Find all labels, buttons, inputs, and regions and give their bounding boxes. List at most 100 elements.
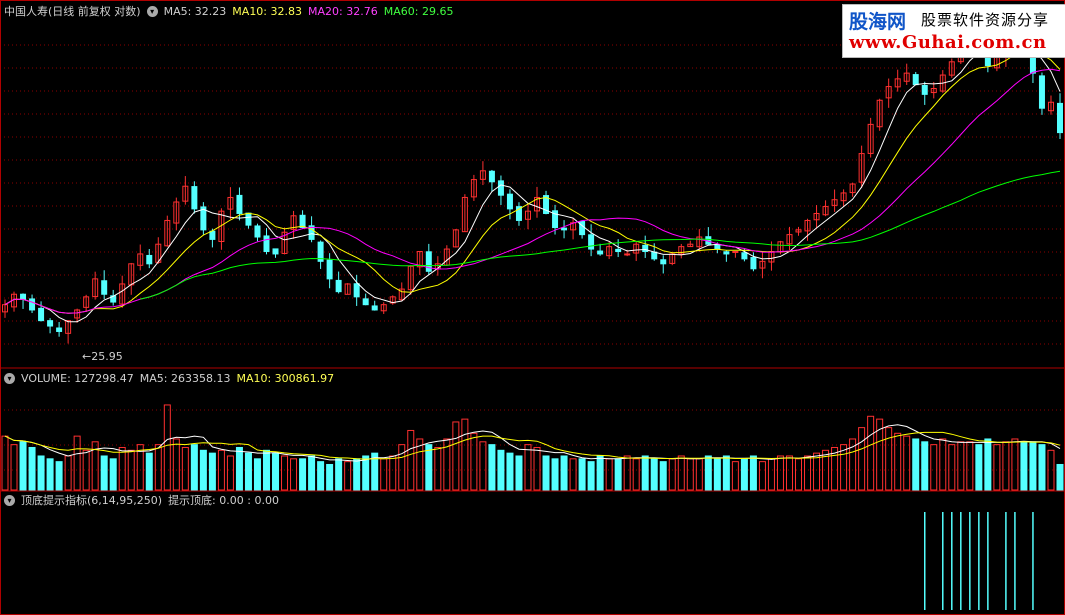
volume-bar: [659, 461, 667, 491]
volume-bar: [488, 444, 496, 491]
candle-body: [326, 259, 333, 280]
volume-bar: [542, 455, 550, 491]
volume-bar: [677, 455, 685, 491]
volume-bar: [199, 449, 207, 491]
volume-bar: [948, 444, 956, 491]
volume-bar: [235, 446, 243, 491]
candle-body: [353, 283, 360, 298]
indicator-values: 提示顶底: 0.00 : 0.00: [168, 494, 279, 507]
volume-bar: [145, 452, 153, 491]
volume-bar: [767, 458, 775, 491]
volume-bar: [984, 438, 992, 491]
candle-body: [651, 251, 658, 260]
volume-bar: [226, 455, 234, 491]
volume-bar: [281, 455, 289, 491]
candle-body: [561, 227, 568, 231]
candle-body: [272, 248, 279, 255]
candle-body: [1057, 102, 1063, 134]
volume-bar: [28, 446, 36, 491]
volume-bar: [939, 438, 947, 491]
volume-bar: [127, 449, 135, 491]
chevron-down-icon[interactable]: ▾: [4, 494, 15, 506]
candle-body: [506, 193, 513, 210]
volume-ma5-line: [4, 424, 1061, 462]
panel-borders: [0, 0, 1065, 615]
watermark-tagline: 股票软件资源分享: [921, 11, 1050, 29]
candle-body: [660, 259, 667, 265]
candle-body: [912, 74, 919, 86]
volume-bar: [596, 455, 604, 491]
volume-bar: [1056, 463, 1064, 491]
candle-body: [146, 254, 153, 265]
volume-bar: [930, 444, 938, 491]
volume-bar: [551, 458, 559, 491]
volume-bar: [407, 429, 415, 491]
volume-bar: [262, 449, 270, 491]
volume-bar: [993, 444, 1001, 491]
candle-body: [741, 252, 748, 260]
volume-bar: [398, 444, 406, 491]
volume-bar: [731, 461, 739, 491]
volume-bar: [524, 444, 532, 491]
volume-bar: [452, 421, 460, 491]
volume-bar: [217, 449, 225, 491]
volume-bar: [605, 458, 613, 491]
volume-bar: [253, 458, 261, 491]
price-panel-title: 中国人寿(日线 前复权 对数): [4, 5, 141, 18]
candle-body: [1038, 75, 1045, 109]
volume-bar: [894, 432, 902, 491]
volume-bar: [867, 415, 875, 491]
volume-bar: [506, 452, 514, 491]
grid-lines: [0, 44, 1065, 471]
chevron-down-icon[interactable]: ▾: [4, 372, 15, 384]
candle-body: [209, 230, 216, 240]
volume-bar: [713, 458, 721, 491]
volume-bar: [533, 446, 541, 491]
candle-body: [750, 257, 757, 270]
volume-value: VOLUME: 127298.47: [21, 371, 134, 385]
volume-bar: [1020, 441, 1028, 491]
volume-bar: [578, 458, 586, 491]
volume-bar: [921, 441, 929, 491]
candle-body: [714, 244, 721, 250]
volume-panel-header: ▾ VOLUME: 127298.47 MA5: 263358.13 MA10:…: [4, 371, 334, 385]
candle-body: [371, 305, 378, 311]
volume-bar: [434, 446, 442, 491]
candle-body: [335, 279, 342, 293]
volume-bar: [290, 458, 298, 491]
ma20-line: [4, 68, 1061, 314]
volume-bar: [461, 418, 469, 491]
volume-bar: [569, 458, 577, 491]
volume-bar: [100, 455, 108, 491]
candle-body: [615, 248, 622, 252]
volume-bar: [623, 455, 631, 491]
chevron-down-icon[interactable]: ▾: [146, 5, 158, 17]
volume-bar: [957, 441, 965, 491]
moving-average-lines: [4, 47, 1061, 323]
volume-bar: [912, 438, 920, 491]
volume-ma-lines: [4, 424, 1061, 462]
volume-bar: [362, 455, 370, 491]
volume-bar: [704, 455, 712, 491]
volume-ma5-value: MA5: 263358.13: [139, 371, 231, 385]
watermark-url: www.Guhai.com.cn: [849, 32, 1047, 53]
volume-bar: [118, 446, 126, 491]
stock-chart[interactable]: ←25.95: [0, 0, 1065, 615]
candle-body: [47, 320, 54, 327]
volume-bar: [37, 455, 45, 491]
volume-bar: [10, 444, 18, 491]
volume-bar: [163, 404, 171, 491]
volume-bar: [758, 461, 766, 491]
volume-bar: [344, 461, 352, 491]
ma60-line: [140, 170, 1061, 300]
volume-bar: [181, 446, 189, 491]
candle-body: [38, 307, 45, 322]
volume-bar: [1011, 438, 1019, 491]
volume-bar: [389, 455, 397, 491]
volume-bar: [326, 463, 334, 491]
candle-body: [732, 250, 739, 253]
volume-bar: [73, 435, 81, 491]
candle-body: [642, 244, 649, 252]
volume-bar: [109, 458, 117, 491]
ma10-value: MA10: 32.83: [232, 4, 303, 18]
